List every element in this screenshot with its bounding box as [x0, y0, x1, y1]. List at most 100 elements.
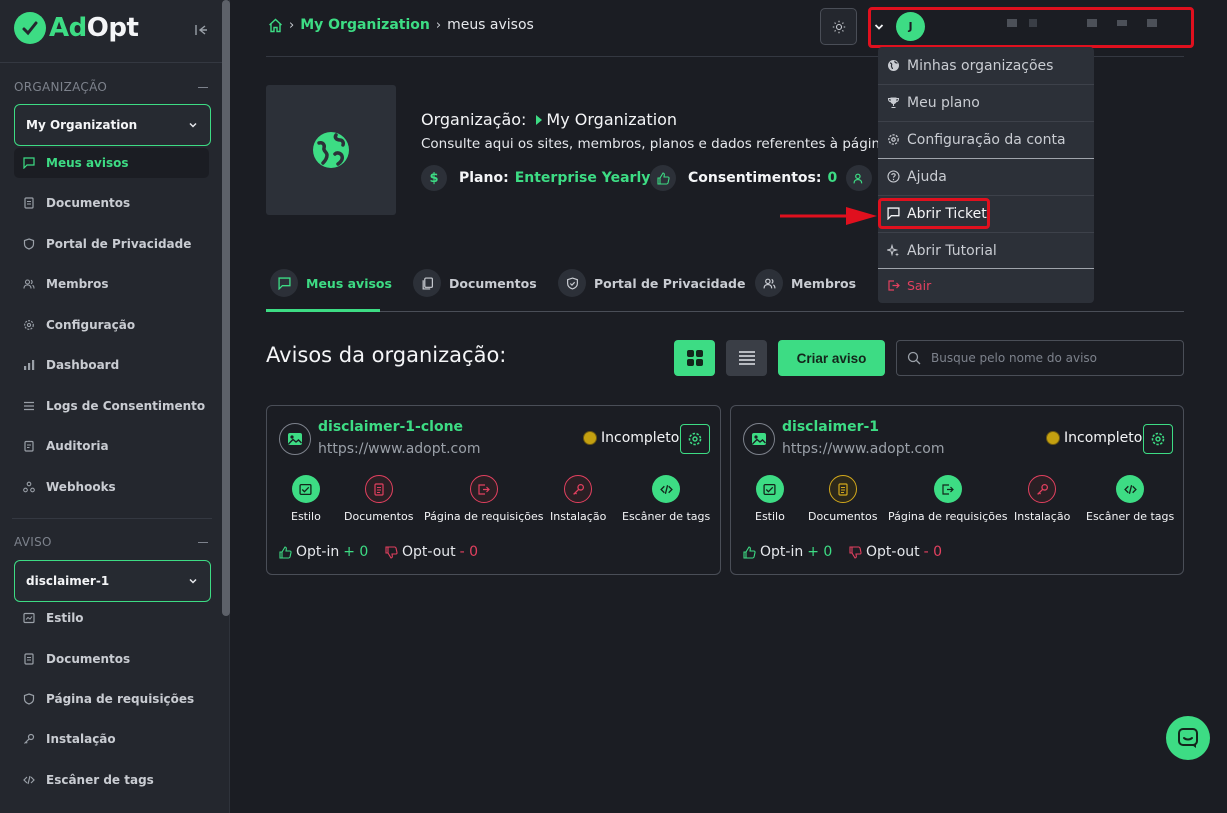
aviso-settings-button[interactable]: [1143, 424, 1173, 454]
thumbs-up-icon: [279, 545, 292, 559]
action-documentos[interactable]: Documentos: [808, 475, 877, 523]
collapse-section-icon[interactable]: [198, 87, 208, 88]
action-documentos[interactable]: Documentos: [344, 475, 413, 523]
sidebar-item-label: Dashboard: [46, 358, 120, 372]
status-dot-icon: [1046, 431, 1060, 445]
file-text-icon: [828, 475, 857, 503]
sidebar-item-configuracao[interactable]: Configuração: [14, 310, 209, 340]
file-text-icon: [22, 196, 36, 210]
thumbs-down-icon: [385, 545, 398, 559]
aviso-card[interactable]: disclaimer-1-clone https://www.adopt.com…: [266, 405, 721, 575]
menu-item-meu-plano[interactable]: Meu plano: [878, 84, 1094, 121]
sidebar-item-aviso-documentos[interactable]: Documentos: [14, 644, 209, 674]
tab-meus-avisos[interactable]: Meus avisos: [270, 268, 392, 298]
play-icon: [536, 114, 543, 125]
active-tab-indicator: [266, 309, 380, 312]
sidebar-item-instalacao[interactable]: Instalação: [14, 724, 209, 754]
grid-icon: [686, 350, 703, 366]
image-placeholder-icon: [279, 423, 311, 455]
opt-in-value: + 0: [807, 544, 833, 560]
action-pagina-de-requisicoes[interactable]: Página de requisições: [888, 475, 1008, 523]
sidebar-item-webhooks[interactable]: Webhooks: [14, 472, 209, 502]
copy-icon: [413, 269, 441, 297]
grid-view-button[interactable]: [674, 340, 715, 376]
aviso-settings-button[interactable]: [680, 424, 710, 454]
sidebar-item-documentos[interactable]: Documentos: [14, 188, 209, 218]
palette-icon: [291, 475, 320, 503]
sidebar-item-label: Instalação: [46, 732, 116, 746]
action-estilo[interactable]: Estilo: [755, 475, 785, 523]
sidebar-item-label: Documentos: [46, 652, 131, 666]
help-circle-icon: [886, 170, 900, 184]
aviso-card[interactable]: disclaimer-1 https://www.adopt.com Incom…: [730, 405, 1184, 575]
sidebar-item-logs-de-consentimento[interactable]: Logs de Consentimento: [14, 391, 209, 421]
tab-membros[interactable]: Membros: [755, 268, 856, 298]
list-view-button[interactable]: [726, 340, 767, 376]
sidebar-item-portal-de-privacidade[interactable]: Portal de Privacidade: [14, 229, 209, 259]
sidebar-item-meus-avisos[interactable]: Meus avisos: [14, 148, 209, 178]
action-escaner-de-tags[interactable]: Escâner de tags: [622, 475, 710, 523]
dollar-icon: $: [421, 165, 447, 191]
menu-item-label: Configuração da conta: [907, 131, 1066, 148]
thumbs-up-icon: [743, 545, 756, 559]
menu-item-ajuda[interactable]: Ajuda: [878, 158, 1094, 195]
theme-toggle-button[interactable]: [820, 8, 857, 45]
aviso-selector[interactable]: disclaimer-1: [14, 560, 211, 602]
export-icon: [469, 475, 498, 503]
action-label: Página de requisições: [424, 510, 544, 523]
sidebar-item-label: Auditoria: [46, 439, 109, 453]
sidebar-item-label: Logs de Consentimento: [46, 399, 206, 413]
action-pagina-de-requisicoes[interactable]: Página de requisições: [424, 475, 544, 523]
plan-stat: $ Plano: Enterprise Yearly: [421, 165, 650, 191]
breadcrumb-organization[interactable]: My Organization: [300, 17, 430, 33]
sidebar-item-estilo[interactable]: Estilo: [14, 603, 209, 633]
export-icon: [933, 475, 962, 503]
logo[interactable]: AdOpt: [14, 12, 139, 44]
menu-item-abrir-tutorial[interactable]: Abrir Tutorial: [878, 232, 1094, 269]
tab-portal-de-privacidade[interactable]: Portal de Privacidade: [558, 268, 745, 298]
file-text-icon: [364, 475, 393, 503]
action-estilo[interactable]: Estilo: [291, 475, 321, 523]
logout-icon: [886, 279, 900, 293]
aviso-name[interactable]: disclaimer-1: [782, 419, 879, 435]
sidebar-item-escaner-de-tags[interactable]: Escâner de tags: [14, 765, 209, 795]
menu-item-configuracao-da-conta[interactable]: Configuração da conta: [878, 121, 1094, 158]
list-icon: [738, 351, 755, 365]
menu-item-minhas-organizacoes[interactable]: Minhas organizações: [878, 47, 1094, 84]
action-label: Escâner de tags: [1086, 510, 1175, 523]
action-label: Escâner de tags: [622, 510, 711, 523]
aviso-name[interactable]: disclaimer-1-clone: [318, 419, 463, 435]
sidebar-item-auditoria[interactable]: Auditoria: [14, 431, 209, 461]
home-icon[interactable]: [268, 18, 283, 33]
menu-item-label: Ajuda: [907, 168, 947, 185]
shield-icon: [22, 237, 36, 251]
action-instalacao[interactable]: Instalação: [1014, 475, 1070, 523]
action-instalacao[interactable]: Instalação: [550, 475, 606, 523]
consents-value: 0: [827, 170, 838, 186]
sun-icon: [832, 20, 845, 33]
search-input[interactable]: [931, 351, 1171, 365]
tab-documentos[interactable]: Documentos: [413, 268, 537, 298]
action-label: Instalação: [1014, 510, 1071, 523]
organization-selector[interactable]: My Organization: [14, 104, 211, 146]
section-label-aviso: AVISO: [14, 535, 52, 549]
menu-item-sair[interactable]: Sair: [878, 268, 1094, 303]
users-icon: [22, 277, 36, 291]
sidebar-item-membros[interactable]: Membros: [14, 269, 209, 299]
sidebar-scrollbar[interactable]: [222, 0, 230, 616]
sidebar-item-dashboard[interactable]: Dashboard: [14, 350, 209, 380]
globe-icon: [886, 59, 900, 73]
status-text: Incompleto: [601, 430, 680, 446]
aviso-url: https://www.adopt.com: [318, 441, 481, 457]
action-escaner-de-tags[interactable]: Escâner de tags: [1086, 475, 1174, 523]
sidebar-item-label: Meus avisos: [46, 156, 129, 170]
chat-support-button[interactable]: [1166, 716, 1210, 760]
section-label-organizacao: ORGANIZAÇÃO: [14, 80, 108, 94]
collapse-sidebar-icon[interactable]: [194, 22, 208, 41]
code-icon: [1116, 475, 1145, 503]
chevron-right-icon: ›: [435, 17, 442, 33]
sidebar-item-pagina-de-requisicoes[interactable]: Página de requisições: [14, 684, 209, 714]
collapse-section-icon[interactable]: [198, 542, 208, 543]
create-aviso-button[interactable]: Criar aviso: [778, 340, 885, 376]
status-text: Incompleto: [1064, 430, 1143, 446]
